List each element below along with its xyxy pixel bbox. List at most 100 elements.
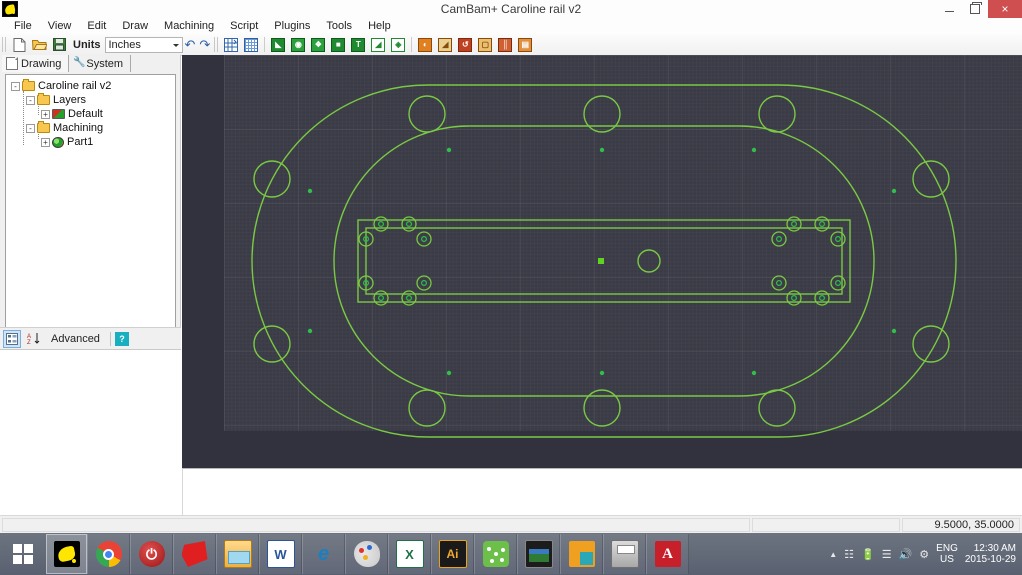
tab-drawing[interactable]: Drawing [2, 55, 70, 72]
redo-icon[interactable]: ↷ [199, 37, 210, 53]
pocket-mop-icon[interactable]: ◢ [436, 36, 454, 54]
show-hidden-icons-icon[interactable]: ▲ [829, 550, 837, 559]
taskbar-app-ie[interactable]: e [302, 534, 345, 574]
part-icon [52, 136, 64, 148]
taskbar-app-pdf[interactable]: A [646, 534, 689, 574]
advanced-label[interactable]: Advanced [51, 333, 100, 345]
internet-explorer-icon: e [317, 542, 330, 565]
outer-hole [912, 325, 950, 363]
drawing-tree[interactable]: - Caroline rail v2 - Layers + Default - … [5, 74, 176, 346]
taskbar-app-sketchup[interactable] [173, 534, 216, 574]
menu-bar: File View Edit Draw Machining Script Plu… [0, 18, 1022, 34]
center-circle [637, 249, 661, 273]
shape3d-icon[interactable]: ◈ [389, 36, 407, 54]
polyline-icon[interactable]: ◣ [269, 36, 287, 54]
menu-file[interactable]: File [6, 18, 40, 34]
toolbar-separator-1 [264, 37, 266, 52]
network-icon[interactable]: ⚙ [919, 548, 929, 561]
toolbar-grip[interactable] [2, 37, 7, 52]
nesting-icon[interactable]: ║ [496, 36, 514, 54]
taskbar-app-teal[interactable] [560, 534, 603, 574]
printer-icon [610, 540, 639, 568]
surface-icon[interactable]: ◢ [369, 36, 387, 54]
open-folder-icon[interactable] [30, 36, 48, 54]
tree-item-label: Part1 [67, 136, 94, 148]
menu-view[interactable]: View [40, 18, 80, 34]
taskbar-app-explorer[interactable] [216, 534, 259, 574]
menu-machining[interactable]: Machining [156, 18, 222, 34]
tree-expander[interactable]: - [26, 95, 35, 105]
menu-draw[interactable]: Draw [114, 18, 156, 34]
save-disk-icon[interactable] [50, 36, 68, 54]
taskbar-app-photo[interactable] [517, 534, 560, 574]
menu-tools[interactable]: Tools [318, 18, 360, 34]
taskbar-app-printer[interactable] [603, 534, 646, 574]
menu-edit[interactable]: Edit [79, 18, 114, 34]
undo-icon[interactable]: ↶ [185, 37, 196, 53]
drill-mop-icon[interactable]: ▢ [476, 36, 494, 54]
units-combo[interactable]: Inches [104, 36, 183, 53]
main-toolbar: Units Inches ↶ ↷ ◣ ◉ ❖ ■ T ◢ ◈ ◐ ◢ ↺ ▢ ║… [0, 34, 1022, 56]
toolbar-grip-2[interactable] [214, 37, 220, 52]
tree-item-default-layer[interactable]: + Default [41, 108, 175, 120]
taskbar-app-word[interactable]: W [259, 534, 302, 574]
tab-system[interactable]: 🔧 System [69, 55, 132, 72]
drill-point [307, 328, 313, 334]
categorized-view-icon[interactable] [3, 329, 21, 348]
tree-item-label: Machining [53, 122, 104, 134]
tree-item-machining[interactable]: - Machining [26, 121, 175, 134]
page-icon [6, 57, 18, 70]
taskbar-app-excel[interactable]: X [388, 534, 431, 574]
signal-icon[interactable]: ☰ [882, 548, 892, 561]
status-coordinates: 9.5000, 35.0000 [902, 518, 1020, 532]
menu-script[interactable]: Script [222, 18, 266, 34]
clock[interactable]: 12:30 AM 2015-10-29 [965, 543, 1016, 565]
tree-expander[interactable]: + [41, 109, 50, 119]
tree-item-part1[interactable]: + Part1 [41, 136, 175, 148]
taskbar-app-ai[interactable]: Ai [431, 534, 474, 574]
start-button[interactable] [0, 533, 46, 575]
circle-icon[interactable]: ◉ [289, 36, 307, 54]
taskbar-app-molecule[interactable] [474, 534, 517, 574]
text-icon[interactable]: T [349, 36, 367, 54]
wrench-icon: 🔧 [73, 57, 86, 68]
new-file-icon[interactable] [10, 36, 28, 54]
show-grid-icon[interactable] [242, 36, 260, 54]
cad-canvas[interactable] [182, 55, 1022, 468]
snap-grid-icon[interactable] [222, 36, 240, 54]
tree-expander[interactable]: + [41, 137, 50, 147]
action-center-icon[interactable]: ☷ [844, 548, 854, 561]
lower-panel [182, 468, 1022, 515]
tree-expander[interactable]: - [26, 123, 35, 133]
language-indicator[interactable]: ENG US [936, 543, 958, 565]
taskbar-app-paint[interactable] [345, 534, 388, 574]
help-icon[interactable]: ? [114, 331, 129, 346]
restore-button[interactable] [962, 0, 988, 18]
tree-item-project[interactable]: - Caroline rail v2 [11, 79, 175, 92]
battery-icon[interactable]: 🔋 [861, 548, 875, 561]
volume-icon[interactable]: 🔊 [899, 548, 913, 561]
taskbar-app-power[interactable]: ⏻ [130, 534, 173, 574]
drill-point [446, 370, 452, 376]
drill-point [891, 188, 897, 194]
tree-item-layers[interactable]: - Layers [26, 93, 175, 106]
origin-marker [598, 258, 604, 264]
taskbar-app-cambam[interactable] [46, 534, 87, 574]
language-line1: ENG [936, 543, 958, 554]
drill-point [751, 147, 757, 153]
engrave-mop-icon[interactable]: ↺ [456, 36, 474, 54]
taskbar-app-chrome[interactable] [87, 534, 130, 574]
system-tray: ▲ ☷ 🔋 ☰ 🔊 ⚙ ENG US 12:30 AM 2015-10-29 [829, 543, 1022, 565]
menu-help[interactable]: Help [360, 18, 399, 34]
rectangle-icon[interactable]: ■ [329, 36, 347, 54]
close-button[interactable]: × [988, 0, 1022, 18]
tree-expander[interactable]: - [11, 81, 20, 91]
profile-mop-icon[interactable]: ◐ [416, 36, 434, 54]
minimize-button[interactable] [936, 0, 962, 18]
capture-tool-icon [568, 541, 595, 567]
menu-plugins[interactable]: Plugins [266, 18, 318, 34]
points-icon[interactable]: ❖ [309, 36, 327, 54]
property-grid[interactable] [0, 349, 181, 515]
alphabetical-sort-icon[interactable]: AZ [24, 330, 42, 348]
post-icon[interactable]: ▤ [516, 36, 534, 54]
